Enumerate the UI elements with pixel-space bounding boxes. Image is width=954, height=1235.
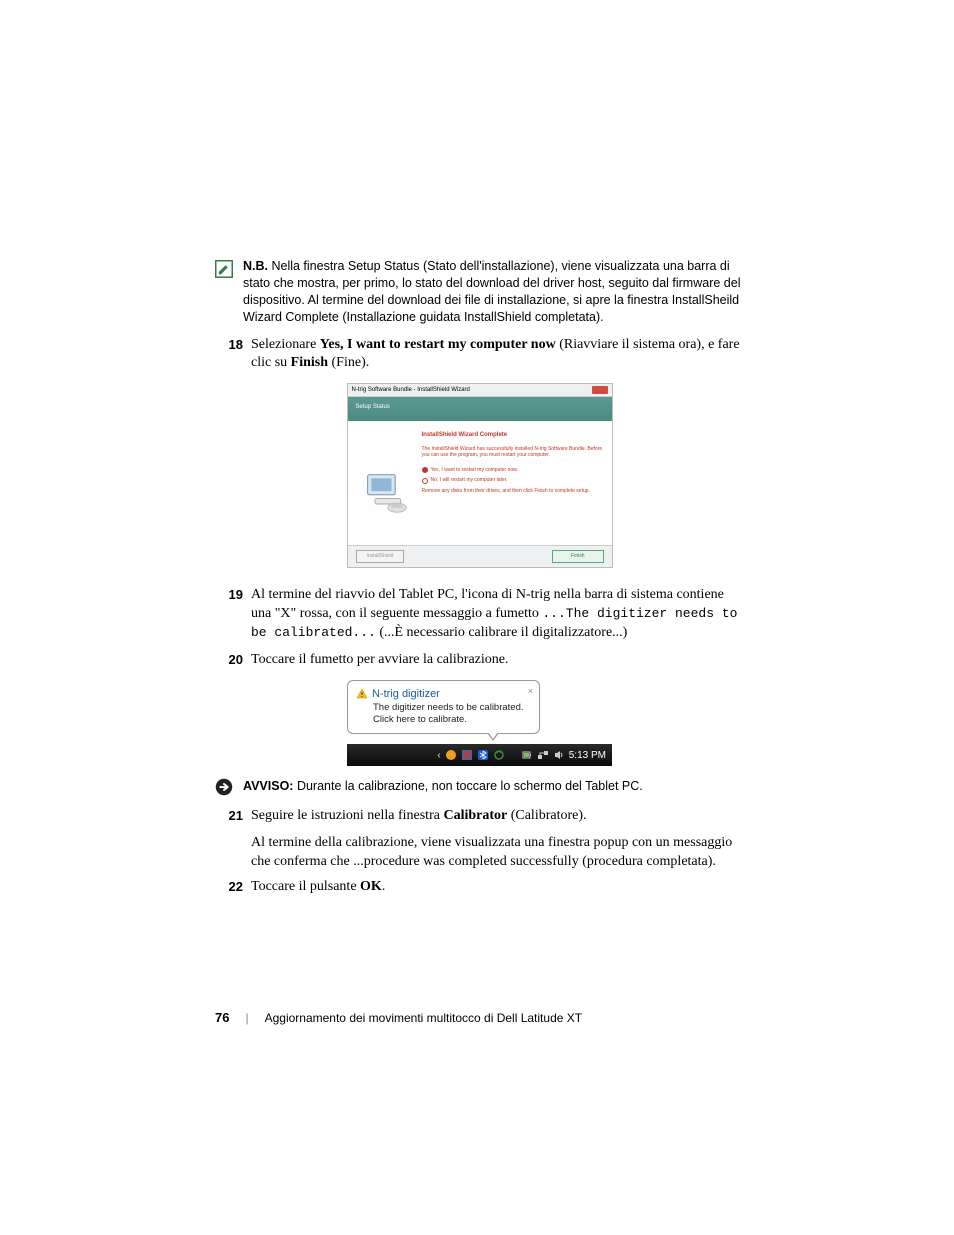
wizard-title-text: N-trig Software Bundle - InstallShield W… [352,386,470,394]
step-19: 19 Al termine del riavvio del Tablet PC,… [215,586,744,643]
notice-text: AVVISO: Durante la calibrazione, non toc… [243,778,744,795]
text: (Fine). [328,355,369,370]
pencil-note-icon [215,260,235,283]
wizard-footer-text: Remove any disks from their drives, and … [422,488,604,495]
balloon-title-text: N-trig digitizer [372,687,440,702]
footer-separator: | [245,1010,248,1026]
radio-selected-icon [422,467,428,473]
step-body: Seguire le istruzioni nella finestra Cal… [251,807,744,826]
page-content: N.B. Nella finestra Setup Status (Stato … [0,0,954,897]
taskbar: ‹ 5:13 PM [347,744,612,766]
warning-icon [356,688,368,700]
step-21: 21 Seguire le istruzioni nella finestra … [215,807,744,826]
note-label: N.B. [243,259,268,273]
finish-button: Finish [552,550,603,563]
radio-label: No, I will restart my computer later. [431,477,508,484]
installshield-wizard-figure: N-trig Software Bundle - InstallShield W… [347,383,613,568]
step-body: Selezionare Yes, I want to restart my co… [251,336,744,374]
balloon-close-icon: × [528,685,533,697]
step-number: 21 [215,807,251,825]
text: Selezionare [251,337,320,352]
step-body: Toccare il fumetto per avviare la calibr… [251,651,744,670]
wizard-banner: Setup Status [348,397,612,421]
bold-text: Yes, I want to restart my computer now [320,337,556,352]
wizard-titlebar: N-trig Software Bundle - InstallShield W… [348,384,612,397]
step-20: 20 Toccare il fumetto per avviare la cal… [215,651,744,670]
footer-title: Aggiornamento dei movimenti multitocco d… [265,1010,582,1026]
page-footer: 76 | Aggiornamento dei movimenti multito… [215,1009,582,1027]
notice-avviso: AVVISO: Durante la calibrazione, non toc… [215,778,744,801]
radio-restart-later: No, I will restart my computer later. [422,477,604,484]
taskbar-time: 5:13 PM [569,749,606,763]
tray-sync-icon [493,749,505,761]
note-nb: N.B. Nella finestra Setup Status (Stato … [215,258,744,326]
text: Seguire le istruzioni nella finestra [251,808,443,823]
balloon-tooltip: × N-trig digitizer The digitizer needs t… [347,680,540,734]
radio-unselected-icon [422,478,428,484]
bold-text: Calibrator [443,808,507,823]
back-button: InstallShield [356,550,405,563]
wizard-footer: InstallShield Finish [348,545,612,567]
text: . [382,879,386,894]
tray-shield-icon [445,749,457,761]
tray-network-icon [537,749,549,761]
bold-text: Finish [291,355,328,370]
text: (procedura completata). [579,854,716,869]
step-22: 22 Toccare il pulsante OK. [215,878,744,897]
radio-restart-now: Yes, I want to restart my computer now. [422,467,604,474]
wizard-computer-icon [356,431,416,515]
step-number: 20 [215,651,251,669]
tray-volume-icon [553,749,565,761]
notice-body: Durante la calibrazione, non toccare lo … [293,779,642,793]
tray-ntrig-icon [461,749,473,761]
step-number: 19 [215,586,251,604]
tooltip-figure: × N-trig digitizer The digitizer needs t… [347,680,612,766]
close-icon [592,386,608,394]
step-number: 18 [215,336,251,354]
text: (Calibratore). [507,808,586,823]
text: (...È necessario calibrare il digitalizz… [376,625,628,640]
note-body: Nella finestra Setup Status (Stato dell'… [243,259,740,324]
note-text: N.B. Nella finestra Setup Status (Stato … [243,258,744,326]
step-21-continuation: Al termine della calibrazione, viene vis… [215,834,744,872]
balloon-line1: The digitizer needs to be calibrated. [356,702,531,715]
notice-arrow-icon [215,778,235,801]
step-body: Al termine del riavvio del Tablet PC, l'… [251,586,744,643]
step-number: 22 [215,878,251,896]
page-number: 76 [215,1009,229,1027]
step-18: 18 Selezionare Yes, I want to restart my… [215,336,744,374]
code-text: ...procedure was completed successfully [353,854,578,869]
wizard-content: InstallShield Wizard Complete The Instal… [416,431,604,515]
bold-text: OK [360,879,382,894]
step-body: Toccare il pulsante OK. [251,878,744,897]
balloon-line2: Click here to calibrate. [356,714,531,727]
wizard-body: InstallShield Wizard Complete The Instal… [348,421,612,545]
wizard-text: The InstallShield Wizard has successfull… [422,446,604,459]
balloon-title: N-trig digitizer [356,687,531,702]
text: Toccare il pulsante [251,879,360,894]
tray-battery-icon [521,749,533,761]
radio-label: Yes, I want to restart my computer now. [431,467,518,474]
tray-bluetooth-icon [477,749,489,761]
balloon-tail [487,733,499,741]
notice-label: AVVISO: [243,779,293,793]
wizard-heading: InstallShield Wizard Complete [422,431,604,439]
tray-chevron-icon: ‹ [437,749,440,763]
